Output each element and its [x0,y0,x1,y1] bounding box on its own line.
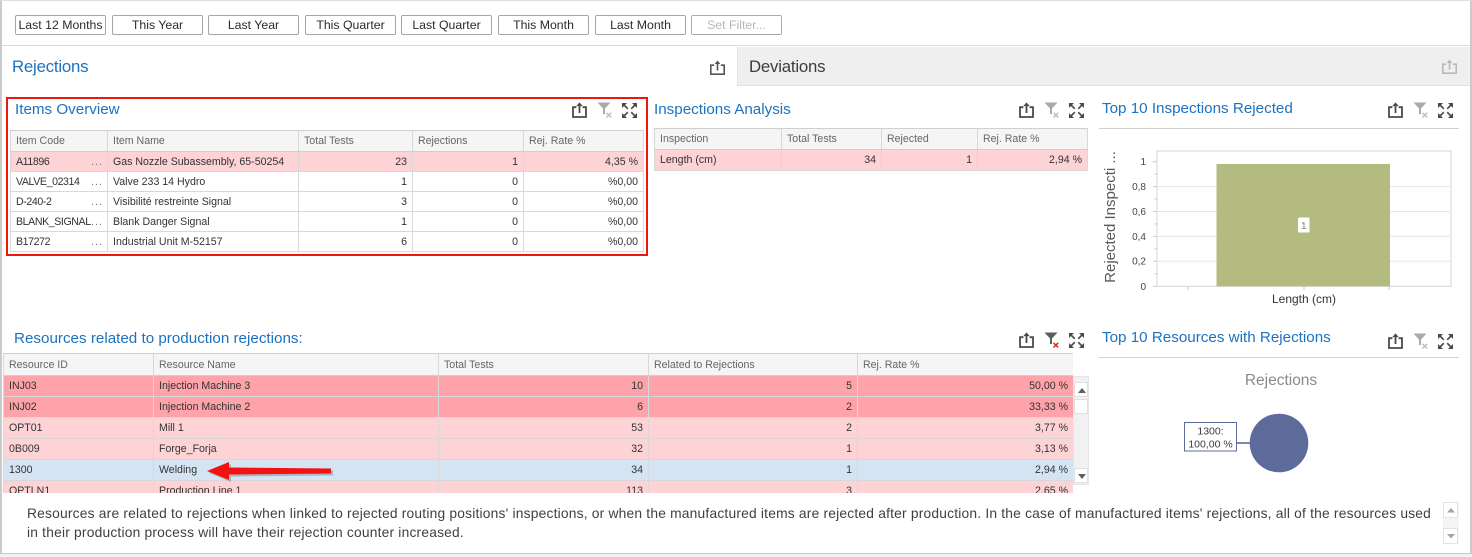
svg-text:Rejected Inspecti ...: Rejected Inspecti ... [1102,151,1119,283]
svg-text:100,00 %: 100,00 % [1188,439,1232,451]
svg-text:1: 1 [1301,221,1307,232]
svg-text:0,4: 0,4 [1132,232,1146,243]
svg-text:1300:: 1300: [1197,426,1223,438]
svg-text:Length (cm): Length (cm) [1272,292,1336,306]
svg-text:0,2: 0,2 [1132,257,1146,268]
svg-text:0,6: 0,6 [1132,207,1146,218]
svg-text:1: 1 [1140,157,1146,168]
svg-text:0,8: 0,8 [1132,182,1146,193]
svg-text:0: 0 [1140,282,1146,293]
